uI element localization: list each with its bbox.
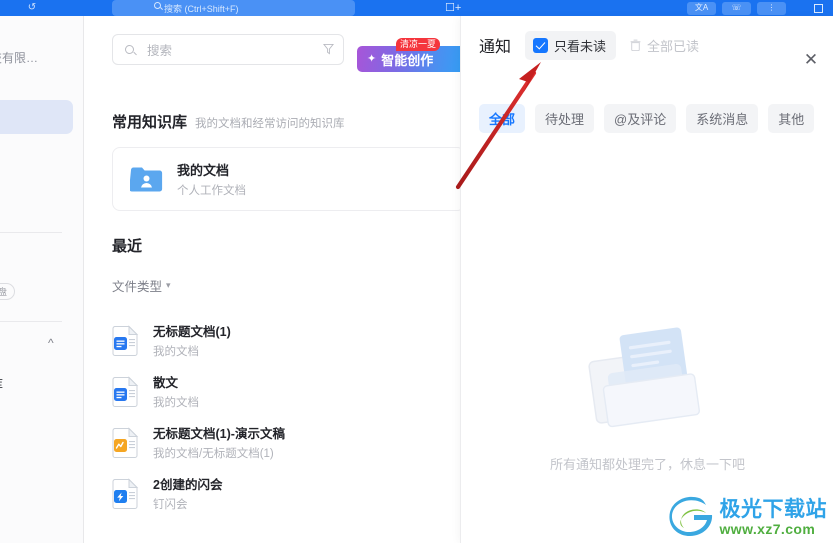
search-placeholder: 搜索	[147, 44, 173, 58]
translate-icon[interactable]: 文A	[687, 1, 716, 15]
file-type-label: 文件类型	[112, 280, 163, 294]
titlebar-actions: 文A ☏ ⋮	[687, 0, 829, 16]
unread-only-toggle[interactable]: 只看未读	[525, 30, 617, 60]
search-icon	[125, 45, 134, 54]
sidebar-item-selected[interactable]	[0, 100, 73, 134]
slide-orange-icon	[112, 426, 139, 458]
list-item[interactable]: 散文 我的文档	[112, 365, 460, 416]
mark-all-read-label: 全部已读	[647, 38, 700, 54]
folder-user-icon	[130, 167, 163, 191]
close-icon[interactable]: ✕	[801, 50, 821, 70]
checkbox-checked-icon[interactable]	[533, 37, 549, 53]
sparkle-icon: ✦	[367, 52, 377, 65]
list-item-name: 无标题文档(1)-演示文稿	[153, 426, 285, 441]
favorites-title: 常用知识库	[112, 114, 188, 131]
recent-title: 最近	[112, 238, 143, 255]
mark-all-read-button[interactable]: 全部已读	[630, 36, 699, 55]
search-icon	[154, 2, 161, 9]
global-search-input[interactable]: 搜索 (Ctrl+Shift+F)	[112, 0, 355, 16]
favorites-header: 常用知识库 我的文档和经常访问的知识库	[112, 111, 345, 132]
list-item-name: 无标题文档(1)	[153, 324, 231, 339]
favorites-subtitle: 我的文档和经常访问的知识库	[195, 118, 345, 130]
tab-mentions[interactable]: @及评论	[604, 104, 677, 133]
list-item-text: 无标题文档(1) 我的文档	[153, 321, 231, 359]
trash-icon	[630, 39, 641, 51]
aurora-logo-icon	[668, 496, 712, 536]
tab-system[interactable]: 系统消息	[686, 104, 759, 133]
phone-icon[interactable]: ☏	[722, 1, 751, 15]
list-item-text: 散文 我的文档	[153, 372, 199, 410]
chevron-up-icon[interactable]: ^	[48, 337, 61, 350]
notification-panel: 通知 只看未读 全部已读 ✕ 全部 待处理 @及评论 系统消息 其他 所有通知都…	[460, 16, 833, 543]
main-content: 搜索 ✦ 智能创作 清凉一夏 常用知识库 我的文档和经常访问的知识库 我的文档 …	[85, 16, 460, 543]
tab-other[interactable]: 其他	[768, 104, 815, 133]
file-type-filter[interactable]: 文件类型 ▾	[112, 276, 171, 295]
favorite-card-name: 我的文档	[177, 163, 230, 178]
tab-all[interactable]: 全部	[479, 104, 526, 133]
sidebar-divider-2	[0, 321, 62, 322]
list-item-text: 2创建的闪会 钉闪会	[153, 474, 222, 512]
watermark-text: 极光下载站 www.xz7.com	[720, 499, 828, 536]
tab-pending[interactable]: 待处理	[535, 104, 595, 133]
title-bar: ↺ 搜索 (Ctrl+Shift+F) ☐+ 文A ☏ ⋮	[0, 0, 833, 16]
app-window: ↺ 搜索 (Ctrl+Shift+F) ☐+ 文A ☏ ⋮ 科技有限… 自钉盘 …	[0, 0, 833, 543]
chevron-down-icon: ▾	[166, 280, 171, 290]
list-item[interactable]: 无标题文档(1)-演示文稿 我的文档/无标题文档(1)	[112, 416, 460, 467]
list-item[interactable]: 2创建的闪会 钉闪会	[112, 467, 460, 518]
watermark-url: www.xz7.com	[719, 520, 816, 537]
favorite-card-text: 我的文档 个人工作文档	[177, 160, 246, 198]
doc-blue-icon	[112, 375, 139, 407]
empty-inbox-illustration	[587, 327, 700, 428]
notification-tabs: 全部 待处理 @及评论 系统消息 其他	[479, 104, 815, 133]
ai-create-label: 智能创作	[381, 52, 434, 68]
history-icon[interactable]: ↺	[24, 1, 40, 15]
meeting-blue-icon	[112, 477, 139, 509]
empty-state-message: 所有通知都处理完了，休息一下吧	[549, 457, 745, 472]
filter-icon[interactable]	[323, 43, 334, 55]
empty-state: 所有通知都处理完了，休息一下吧	[461, 316, 833, 473]
search-input[interactable]: 搜索	[112, 34, 344, 65]
list-item-text: 无标题文档(1)-演示文稿 我的文档/无标题文档(1)	[153, 423, 285, 461]
window-restore-button[interactable]	[814, 3, 823, 13]
sidebar-drive-pill[interactable]: 自钉盘	[0, 283, 16, 300]
global-search-placeholder: 搜索 (Ctrl+Shift+F)	[164, 3, 239, 14]
list-item-path: 钉闪会	[153, 498, 188, 511]
recent-document-list: 无标题文档(1) 我的文档 散文 我的文档 无标题文档(1)-演示文稿 我的文档…	[112, 314, 460, 518]
doc-blue-icon	[112, 324, 139, 356]
unread-only-label: 只看未读	[554, 38, 607, 54]
sidebar-item-library[interactable]: 库	[0, 374, 3, 393]
list-item-path: 我的文档	[153, 396, 199, 409]
list-item[interactable]: 无标题文档(1) 我的文档	[112, 314, 460, 365]
more-icon[interactable]: ⋮	[757, 1, 786, 15]
watermark-name: 极光下载站	[719, 497, 827, 521]
panel-title: 通知	[479, 39, 512, 56]
favorite-card-desc: 个人工作文档	[177, 185, 246, 197]
favorite-card-my-docs[interactable]: 我的文档 个人工作文档	[112, 147, 460, 211]
watermark: 极光下载站 www.xz7.com	[668, 496, 828, 538]
left-sidebar: 科技有限… 自钉盘 ^ 库	[0, 16, 84, 543]
content-search-row: 搜索	[112, 34, 344, 65]
list-item-path: 我的文档	[153, 345, 199, 358]
new-tab-icon[interactable]: ☐+	[445, 1, 461, 15]
sidebar-divider	[0, 232, 62, 233]
list-item-name: 2创建的闪会	[153, 477, 223, 492]
list-item-name: 散文	[153, 375, 179, 390]
org-name-label: 科技有限…	[0, 51, 39, 65]
list-item-path: 我的文档/无标题文档(1)	[153, 447, 274, 460]
ai-promo-badge: 清凉一夏	[396, 38, 441, 51]
notification-header: 通知 只看未读 全部已读	[461, 16, 833, 74]
